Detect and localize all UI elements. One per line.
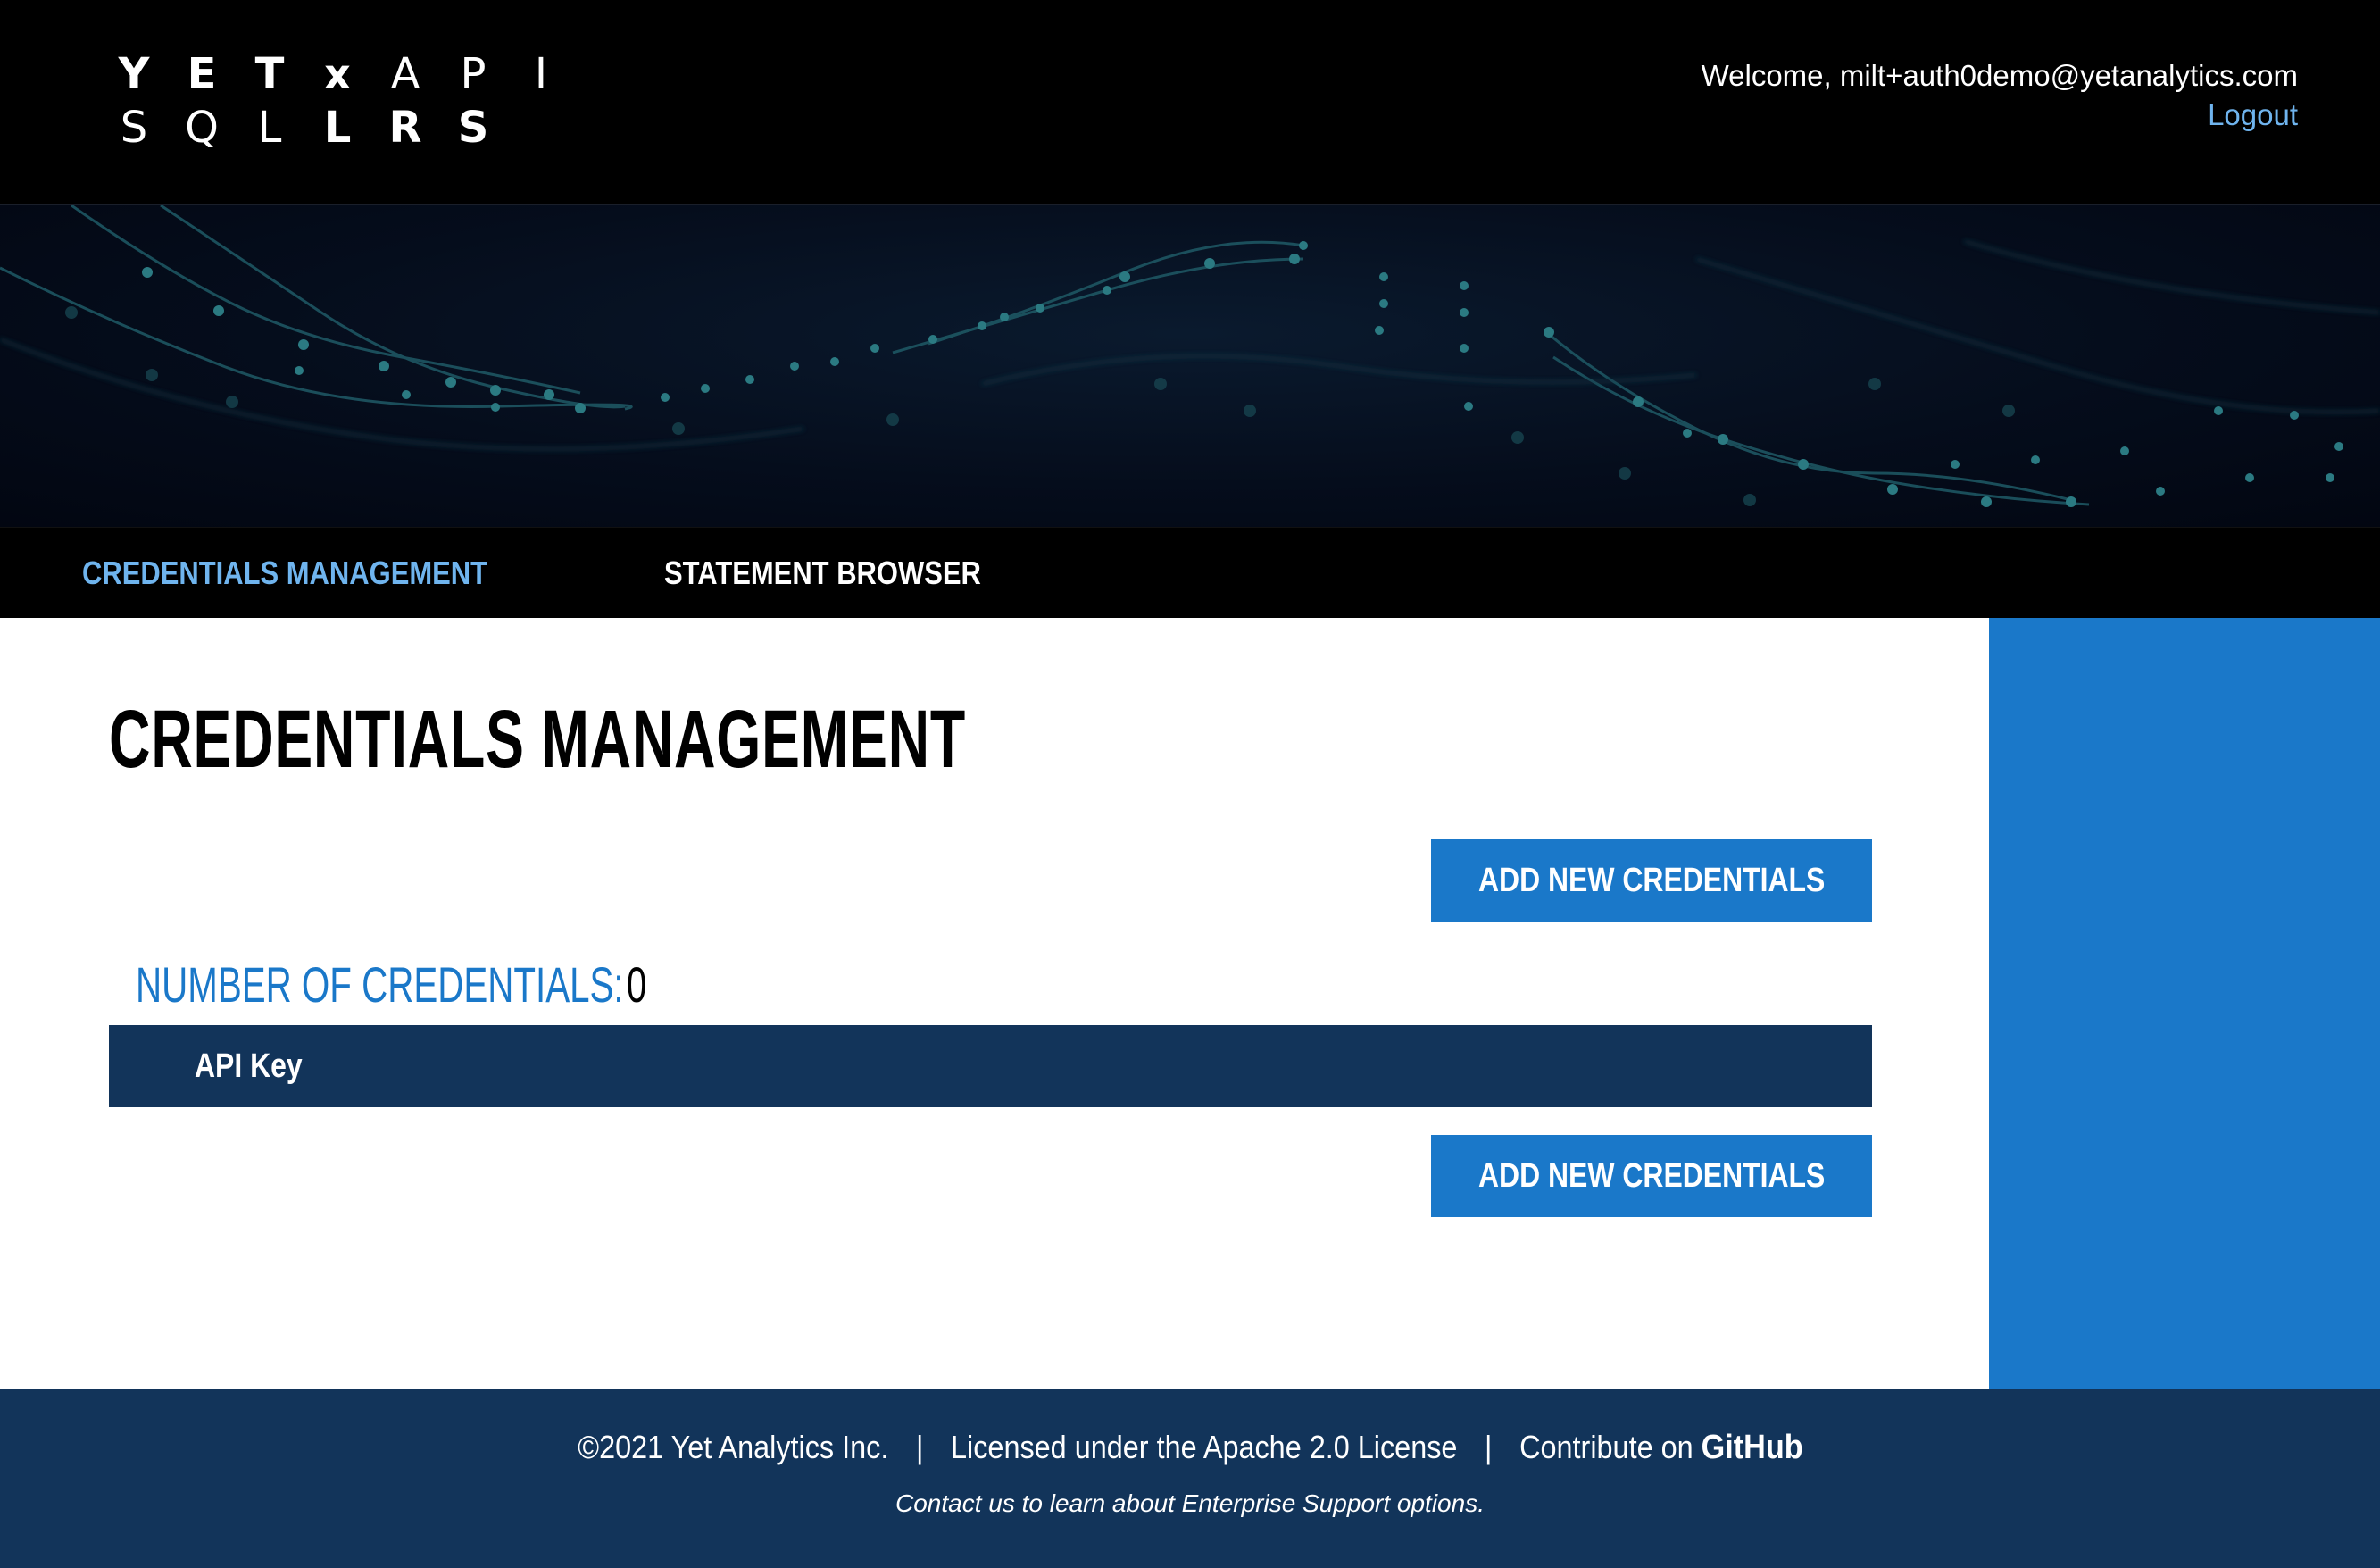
right-sidebar-panel	[1989, 618, 2380, 1389]
welcome-text: Welcome, milt+auth0demo@yetanalytics.com	[1701, 59, 2298, 92]
logo-letter: T	[254, 49, 285, 99]
network-graphic	[0, 205, 2380, 507]
logo-letter: A	[390, 49, 420, 99]
credentials-table-header: API Key	[109, 1025, 1872, 1107]
add-new-credentials-button[interactable]: ADD NEW CREDENTIALS	[1431, 839, 1872, 922]
hero-banner	[0, 205, 2380, 527]
page-title: CREDENTIALS MANAGEMENT	[109, 694, 966, 785]
logout-link[interactable]: Logout	[2208, 98, 2298, 132]
contribute-text: Contribute on	[1519, 1429, 1693, 1465]
logo-letter: L	[257, 103, 282, 153]
site-footer: ©2021 Yet Analytics Inc. | Licensed unde…	[0, 1389, 2380, 1568]
column-header-api-key: API Key	[195, 1047, 303, 1085]
footer-separator: |	[1484, 1429, 1493, 1465]
yet-sql-lrs-logo[interactable]: Y E T x A P I S Q L L R S	[100, 52, 618, 150]
logo-row-top: Y E T x A P I	[100, 52, 575, 96]
logo-letter: S	[120, 103, 148, 153]
license-link[interactable]: Licensed under the Apache 2.0 License	[951, 1429, 1457, 1465]
logo-letter: P	[460, 49, 487, 99]
footer-info-line: ©2021 Yet Analytics Inc. | Licensed unde…	[0, 1429, 2380, 1467]
site-header: Y E T x A P I S Q L L R S Welcome, milt+…	[0, 0, 2380, 205]
tab-statement-browser[interactable]: STATEMENT BROWSER	[664, 528, 981, 619]
add-new-credentials-label: ADD NEW CREDENTIALS	[1477, 1157, 1826, 1195]
copyright-text: ©2021 Yet Analytics Inc.	[577, 1429, 888, 1465]
tab-credentials-management[interactable]: CREDENTIALS MANAGEMENT	[82, 528, 487, 619]
main-nav: CREDENTIALS MANAGEMENT STATEMENT BROWSER	[0, 527, 2380, 618]
logo-letter: L	[323, 103, 352, 153]
footer-separator: |	[915, 1429, 923, 1465]
logo-row-bottom: S Q L L R S	[100, 105, 507, 150]
logo-letter: Q	[185, 103, 219, 153]
logo-letter: I	[534, 49, 548, 99]
add-new-credentials-label: ADD NEW CREDENTIALS	[1477, 862, 1826, 899]
logo-letter: E	[187, 49, 217, 99]
logo-letter: R	[388, 103, 422, 153]
logo-letter: Y	[118, 49, 150, 99]
enterprise-support-link[interactable]: Contact us to learn about Enterprise Sup…	[0, 1489, 2380, 1518]
credentials-count-label: NUMBER OF CREDENTIALS:	[136, 956, 624, 1013]
add-new-credentials-button-bottom[interactable]: ADD NEW CREDENTIALS	[1431, 1135, 1872, 1217]
github-link[interactable]: GitHub	[1701, 1429, 1802, 1466]
logo-letter: S	[457, 103, 489, 153]
credentials-count-value: 0	[626, 956, 647, 1013]
main-content: CREDENTIALS MANAGEMENT ADD NEW CREDENTIA…	[0, 618, 1989, 1389]
credentials-count: NUMBER OF CREDENTIALS: 0	[136, 955, 646, 1013]
logo-letter: x	[324, 50, 351, 98]
